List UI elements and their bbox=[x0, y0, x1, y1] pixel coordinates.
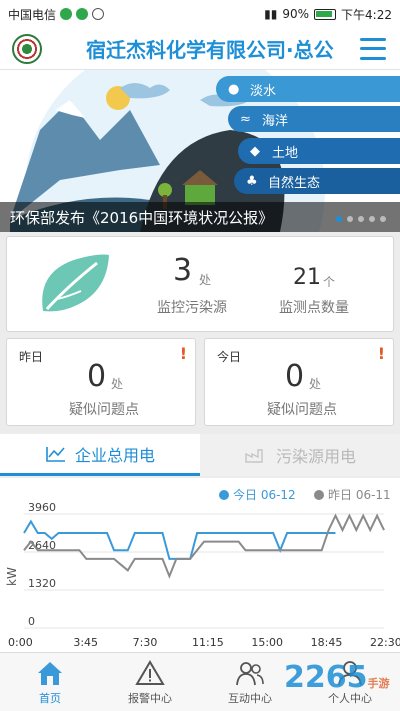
topic-ocean: 海洋 bbox=[262, 113, 289, 129]
topic-freshwater: 淡水 bbox=[250, 83, 277, 99]
sources-count: 3 bbox=[173, 253, 193, 288]
news-banner[interactable]: ● 淡水 ≈ 海洋 ◆ 土地 ♣ 自然生态 环保部发布《2016中国环境状况公报… bbox=[0, 70, 400, 232]
carousel-indicator[interactable] bbox=[336, 216, 386, 222]
battery-level: 90% bbox=[282, 7, 310, 21]
x-tick-label: 0:00 bbox=[8, 636, 33, 649]
tab-enterprise-label: 企业总用电 bbox=[74, 445, 155, 465]
today-unit: 处 bbox=[309, 377, 322, 391]
nav-alarm[interactable]: 报警中心 bbox=[100, 653, 200, 711]
page-title: 宿迁杰科化学有限公司·总公 bbox=[86, 38, 334, 62]
power-line-chart: 今日 06-12 昨日 06-11 3960264013200 0:00 3:45… bbox=[5, 487, 400, 649]
x-tick-label: 11:15 bbox=[192, 636, 224, 649]
app-header: 宿迁杰科化学有限公司·总公 bbox=[0, 28, 400, 70]
app-notification-icon bbox=[60, 8, 73, 20]
people-icon bbox=[236, 662, 264, 686]
y-axis-label: kW bbox=[5, 567, 19, 586]
home-icon bbox=[38, 662, 62, 685]
nav-interact-label: 互动中心 bbox=[228, 692, 272, 705]
menu-button[interactable] bbox=[360, 37, 386, 60]
sources-label: 监控污染源 bbox=[157, 300, 227, 316]
status-bar: 中国电信 ▮▮ 90% 下午4:22 bbox=[0, 0, 400, 28]
sources-unit: 处 bbox=[199, 273, 212, 287]
y-tick-label: 0 bbox=[28, 615, 35, 628]
warning-icon: ! bbox=[179, 344, 187, 363]
tab-pollution-label: 污染源用电 bbox=[275, 447, 356, 466]
x-tick-label: 15:00 bbox=[251, 636, 283, 649]
topic-ecology: 自然生态 bbox=[268, 175, 321, 191]
legend-today-marker bbox=[219, 490, 229, 500]
cloud-icon bbox=[92, 8, 105, 20]
yesterday-card[interactable]: 昨日 ! 0 处 疑似问题点 bbox=[6, 338, 196, 426]
legend-today: 今日 06-12 bbox=[233, 487, 296, 502]
leaf-icon bbox=[42, 254, 109, 312]
power-tabs: 企业总用电 污染源用电 bbox=[0, 434, 400, 476]
yesterday-label: 疑似问题点 bbox=[69, 402, 139, 418]
yesterday-title: 昨日 bbox=[19, 350, 44, 364]
nav-home[interactable]: 首页 bbox=[0, 653, 100, 711]
tab-pollution-power[interactable]: 污染源用电 bbox=[200, 434, 400, 476]
yesterday-unit: 处 bbox=[111, 377, 124, 391]
site-watermark: 2265手游网 bbox=[284, 660, 400, 711]
series-today-line bbox=[23, 519, 336, 560]
today-card[interactable]: 今日 ! 0 处 疑似问题点 bbox=[204, 338, 394, 426]
warning-icon: ! bbox=[377, 344, 385, 363]
y-tick-label: 3960 bbox=[28, 501, 56, 514]
wechat-icon bbox=[76, 8, 89, 20]
warning-triangle-icon bbox=[135, 660, 165, 685]
yesterday-count: 0 bbox=[87, 359, 107, 394]
stats-card: 3 处 监控污染源 21 个 监测点数量 bbox=[6, 236, 394, 332]
x-tick-label: 18:45 bbox=[311, 636, 343, 649]
x-tick-label: 22:30 bbox=[370, 636, 400, 649]
legend-yesterday-marker bbox=[314, 490, 324, 500]
wave-icon: ≈ bbox=[240, 111, 251, 127]
clock: 下午4:22 bbox=[341, 7, 392, 22]
today-label: 疑似问题点 bbox=[267, 402, 337, 418]
y-tick-label: 1320 bbox=[28, 577, 56, 590]
carrier-label: 中国电信 bbox=[8, 7, 57, 22]
battery-icon bbox=[314, 8, 337, 20]
company-logo bbox=[12, 33, 42, 64]
factory-icon bbox=[245, 449, 263, 463]
points-unit: 个 bbox=[323, 275, 336, 289]
land-icon: ◆ bbox=[250, 143, 260, 159]
water-drop-icon: ● bbox=[228, 81, 240, 97]
banner-caption[interactable]: 环保部发布《2016中国环境状况公报》 bbox=[10, 207, 273, 228]
points-count: 21 bbox=[293, 265, 321, 290]
x-tick-label: 3:45 bbox=[73, 636, 98, 649]
line-chart-icon bbox=[46, 446, 65, 462]
watermark-brand: 2265 bbox=[284, 660, 368, 695]
topic-land: 土地 bbox=[272, 145, 299, 161]
signal-icon: ▮▮ bbox=[264, 7, 278, 21]
today-count: 0 bbox=[285, 359, 305, 394]
x-tick-label: 7:30 bbox=[133, 636, 158, 649]
nav-alarm-label: 报警中心 bbox=[128, 692, 172, 705]
legend-yesterday: 昨日 06-11 bbox=[328, 488, 391, 502]
tree-icon: ♣ bbox=[246, 173, 258, 189]
series-yesterday-line bbox=[23, 513, 385, 579]
today-title: 今日 bbox=[217, 350, 242, 364]
points-label: 监测点数量 bbox=[279, 300, 349, 316]
power-chart: 今日 06-12 昨日 06-11 3960 2640 1320 0 0:00 3:45… bbox=[0, 478, 400, 652]
tab-enterprise-power[interactable]: 企业总用电 bbox=[0, 434, 200, 476]
nav-home-label: 首页 bbox=[39, 692, 61, 705]
